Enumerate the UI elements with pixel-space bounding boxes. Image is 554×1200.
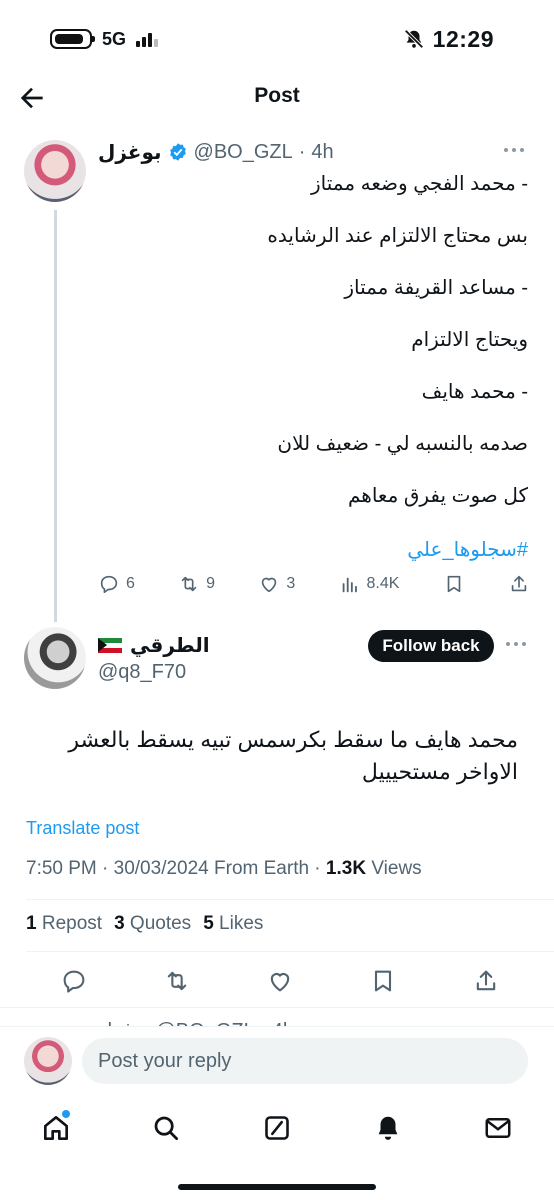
author-handle[interactable]: @BO_GZL — [194, 141, 293, 164]
home-indicator — [178, 1184, 376, 1190]
bookmark-icon[interactable] — [369, 967, 397, 995]
repost-icon — [181, 576, 197, 592]
views-count: 1.3K — [325, 858, 367, 879]
more-icon[interactable] — [506, 642, 526, 646]
tweet-line: بس محتاج الالتزام عند الرشايده — [267, 225, 528, 247]
tweet-line: - مساعد القريفة ممتاز — [344, 277, 528, 299]
repost-count: 9 — [206, 575, 216, 592]
divider — [26, 951, 554, 952]
thread-line — [54, 210, 57, 622]
post-meta: 7:50 PM · 30/03/2024 From Earth · 1.3K V… — [26, 858, 422, 880]
network-label: 5G — [102, 28, 127, 49]
divider — [26, 899, 554, 900]
views-count: 8.4K — [366, 575, 400, 592]
translate-post-link[interactable]: Translate post — [26, 818, 139, 839]
tweet-header: بوغزل @BO_GZL · 4h — [98, 138, 334, 166]
tweet-line: ويحتاج الالتزام — [411, 329, 528, 351]
like-button[interactable]: 3 — [258, 573, 295, 595]
reply-input[interactable] — [82, 1038, 528, 1084]
tweet-line: - محمد الفجي وضعه ممتاز — [311, 173, 528, 195]
reply-bar — [0, 1026, 554, 1094]
reply-button[interactable]: 6 — [98, 573, 135, 595]
post-time: 4h — [311, 140, 334, 163]
avatar[interactable] — [24, 627, 86, 689]
repost-button[interactable]: 9 — [178, 573, 215, 595]
more-icon[interactable] — [504, 148, 526, 156]
bookmark-button[interactable] — [443, 573, 465, 595]
author-handle[interactable]: @q8_F70 — [98, 661, 186, 684]
views-label: Views — [366, 858, 422, 879]
focused-tweet-actions — [60, 964, 500, 998]
share-icon — [511, 575, 527, 592]
tweet-line: - محمد هايف — [421, 381, 528, 403]
repost-icon[interactable] — [163, 967, 191, 995]
divider — [0, 1007, 554, 1008]
avatar[interactable] — [24, 140, 86, 202]
page-title: Post — [254, 84, 300, 107]
author-name[interactable]: الطرقي — [130, 633, 210, 658]
separator-dot: · — [298, 140, 306, 163]
tweet-header: الطرقي — [98, 631, 210, 659]
signal-icon — [136, 31, 159, 47]
bookmark-icon — [447, 575, 461, 593]
reposts-count: 1 — [26, 913, 37, 934]
grok-icon — [265, 1116, 289, 1140]
nav-grok[interactable] — [255, 1106, 299, 1150]
tweet-actions: 6 9 3 8.4K — [98, 570, 530, 598]
header: Post — [0, 76, 554, 120]
quotes-label: Quotes — [129, 913, 192, 934]
views-button[interactable]: 8.4K — [339, 573, 400, 595]
tweet-line: صدمه بالنسبه لي - ضعيف للان — [277, 433, 528, 455]
status-left: 5G — [50, 24, 159, 54]
hashtag-link[interactable]: #سجلوها_علي — [407, 536, 528, 564]
reply-icon[interactable] — [60, 967, 88, 995]
quotes-stat[interactable]: 3 Quotes — [114, 913, 191, 935]
nav-home[interactable] — [34, 1106, 78, 1150]
tweet-line: كل صوت يفرق معاهم — [347, 485, 528, 507]
post-timestamp: 7:50 PM · 30/03/2024 From Earth · — [26, 858, 326, 879]
reply-count: 6 — [126, 575, 135, 592]
author-name[interactable]: بوغزل — [98, 140, 162, 165]
status-bar: 5G 12:29 — [0, 0, 554, 76]
tweet-line: الاواخر مستحيييل — [361, 759, 518, 784]
nav-search[interactable] — [144, 1106, 188, 1150]
reply-icon — [100, 575, 118, 594]
nav-messages[interactable] — [476, 1106, 520, 1150]
share-icon[interactable] — [472, 967, 500, 995]
quotes-count: 3 — [114, 913, 125, 934]
nav-notifications[interactable] — [366, 1106, 410, 1150]
reposts-label: Repost — [41, 913, 103, 934]
share-button[interactable] — [508, 573, 530, 595]
likes-stat[interactable]: 5 Likes — [203, 913, 263, 935]
likes-count: 5 — [203, 913, 214, 934]
tweet-line: محمد هايف ما سقط بكرسمس تبيه يسقط بالعشر — [68, 727, 518, 752]
search-icon — [154, 1116, 178, 1140]
likes-label: Likes — [219, 913, 264, 934]
status-right: 12:29 — [403, 22, 494, 56]
battery-icon — [50, 29, 95, 49]
clock: 12:29 — [432, 25, 494, 52]
bottom-nav — [0, 1094, 554, 1200]
like-icon — [262, 577, 277, 593]
like-icon[interactable] — [266, 967, 294, 995]
mute-bell-icon — [404, 29, 424, 49]
notifications-icon — [378, 1116, 398, 1140]
follow-back-button[interactable]: Follow back — [368, 630, 494, 662]
views-icon — [342, 577, 357, 593]
tweet-text: محمد هايف ما سقط بكرسمس تبيه يسقط بالعشر… — [38, 724, 518, 788]
engagement-stats: 1 Repost 3 Quotes 5 Likes — [26, 913, 263, 935]
my-avatar[interactable] — [24, 1037, 72, 1085]
notification-dot — [62, 1110, 70, 1118]
kuwait-flag-icon — [98, 637, 122, 653]
reposts-stat[interactable]: 1 Repost — [26, 913, 102, 935]
verified-badge-icon — [169, 143, 186, 161]
messages-icon — [485, 1118, 511, 1138]
like-count: 3 — [286, 575, 296, 592]
